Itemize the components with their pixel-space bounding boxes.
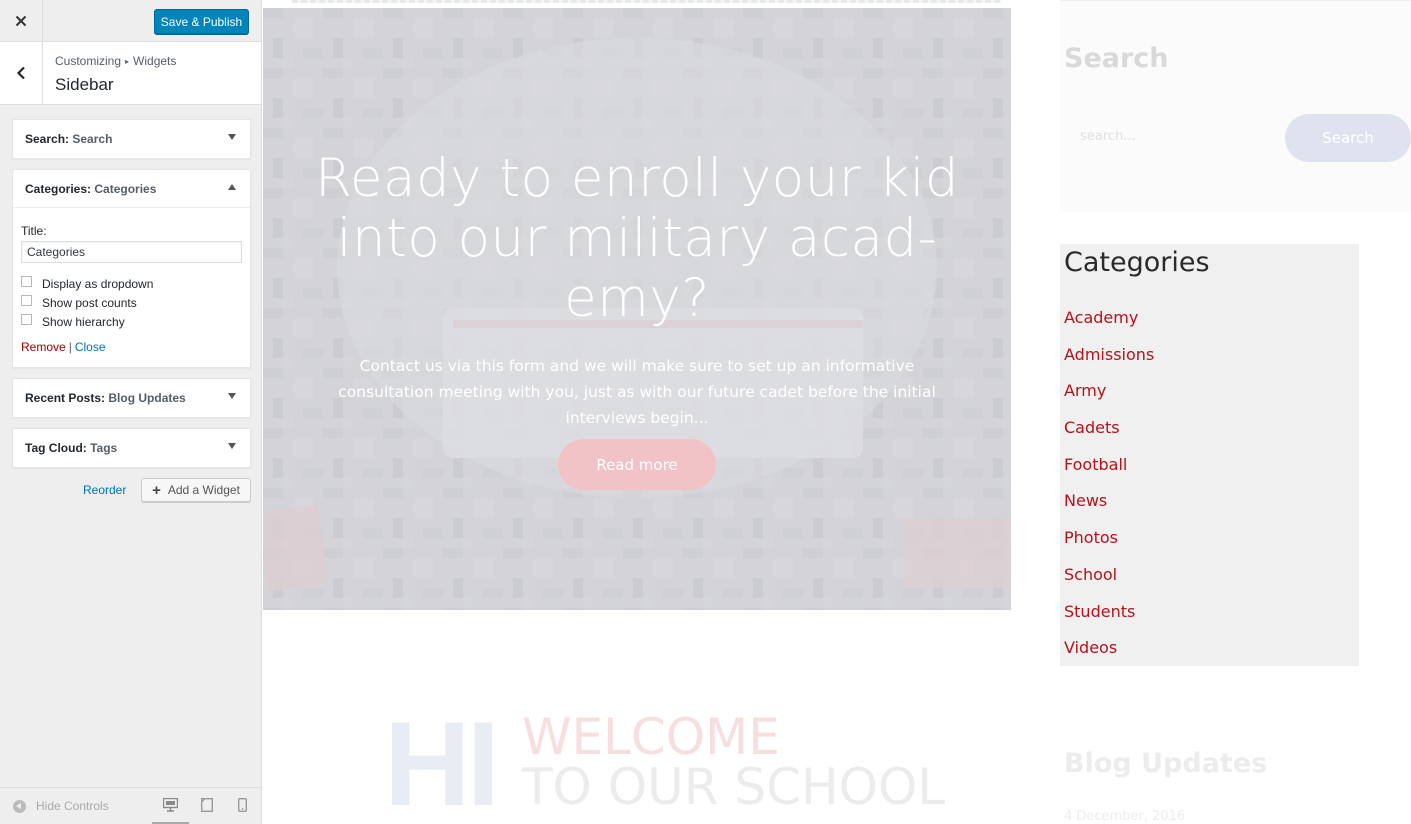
- welcome-line-2: TO OUR SCHOOL: [522, 758, 946, 816]
- category-link[interactable]: News: [1064, 491, 1154, 528]
- checkbox-row-counts[interactable]: Show post counts: [21, 293, 242, 312]
- expand-arrow-icon[interactable]: [228, 393, 236, 399]
- section-header: Customizing ▸ Widgets Sidebar: [0, 42, 261, 105]
- site-preview: Ready to enroll your kid into our milita…: [262, 0, 1411, 824]
- customizer-app: Save & Publish Customizing ▸ Widgets Sideb…: [0, 0, 1411, 824]
- preview-search-widget: Search search... Search: [1060, 0, 1411, 212]
- widget-search: Search: Search: [12, 119, 251, 159]
- widget-type: Categories:: [25, 182, 92, 196]
- save-publish-button[interactable]: Save & Publish: [154, 9, 249, 34]
- search-button[interactable]: Search: [1285, 114, 1411, 162]
- panel-footer: Hide Controls: [0, 787, 261, 824]
- category-link[interactable]: Admissions: [1064, 345, 1154, 382]
- category-link[interactable]: Videos: [1064, 638, 1154, 675]
- category-link[interactable]: Photos: [1064, 528, 1154, 565]
- expand-arrow-icon[interactable]: [228, 134, 236, 140]
- close-link[interactable]: Close: [75, 340, 106, 354]
- collapse-arrow-icon[interactable]: [228, 184, 236, 190]
- widget-name: Search: [72, 132, 113, 146]
- category-link[interactable]: School: [1064, 565, 1154, 602]
- widget-search-header[interactable]: Search: Search: [13, 120, 250, 158]
- categories-form: Title: Display as dropdown Show post cou…: [13, 208, 250, 354]
- widget-actions: Remove | Close: [21, 340, 242, 354]
- show-hierarchy-checkbox[interactable]: [21, 314, 32, 325]
- widget-recent-posts-header[interactable]: Recent Posts: Blog Updates: [13, 379, 250, 417]
- add-widget-label: Add a Widget: [167, 483, 240, 497]
- widget-recent-posts: Recent Posts: Blog Updates: [12, 378, 251, 418]
- close-icon: [15, 15, 27, 27]
- plus-icon: +: [152, 481, 161, 499]
- widget-type: Search:: [25, 132, 70, 146]
- widget-categories-header[interactable]: Categories: Categories: [13, 170, 250, 208]
- widget-name: Categories: [94, 182, 157, 196]
- add-widget-button[interactable]: + Add a Widget: [141, 478, 251, 502]
- breadcrumb: Customizing ▸ Widgets: [55, 54, 176, 68]
- widget-name: Tags: [90, 441, 118, 455]
- search-input[interactable]: search...: [1080, 129, 1136, 144]
- category-link[interactable]: Cadets: [1064, 418, 1154, 455]
- hide-controls-label: Hide Controls: [36, 799, 109, 813]
- top-menu-strip: [292, 0, 1002, 3]
- widget-tag-cloud: Tag Cloud: Tags: [12, 428, 251, 468]
- read-more-button[interactable]: Read more: [558, 439, 716, 490]
- tablet-preview-icon[interactable]: [201, 798, 213, 812]
- expand-arrow-icon[interactable]: [228, 443, 236, 449]
- desktop-preview-icon[interactable]: [163, 798, 178, 812]
- close-customizer-button[interactable]: [0, 0, 43, 42]
- mobile-preview-icon[interactable]: [238, 798, 247, 812]
- category-link[interactable]: Football: [1064, 455, 1154, 492]
- widget-tag-cloud-header[interactable]: Tag Cloud: Tags: [13, 429, 250, 467]
- breadcrumb-root: Customizing: [55, 54, 122, 68]
- blog-post-date: 4 December, 2016: [1064, 809, 1186, 824]
- search-heading: Search: [1064, 43, 1169, 74]
- category-link[interactable]: Army: [1064, 381, 1154, 418]
- widget-type: Tag Cloud:: [25, 441, 87, 455]
- hero-text: Contact us via this form and we will mak…: [338, 357, 936, 427]
- welcome-big-letters: HI: [384, 697, 500, 824]
- panel-header: Save & Publish: [0, 0, 261, 42]
- checkbox-label: Display as dropdown: [42, 276, 154, 291]
- action-separator: |: [68, 340, 72, 354]
- checkbox-row-dropdown[interactable]: Display as dropdown: [21, 274, 242, 293]
- categories-heading: Categories: [1064, 247, 1210, 278]
- title-input[interactable]: [21, 241, 242, 263]
- checkbox-row-hierarchy[interactable]: Show hierarchy: [21, 312, 242, 331]
- section-title: Sidebar: [55, 75, 114, 94]
- widget-categories: Categories: Categories Title: Display as…: [12, 169, 251, 368]
- breadcrumb-separator-icon: ▸: [125, 57, 130, 66]
- widget-type: Recent Posts:: [25, 391, 106, 405]
- reorder-link[interactable]: Reorder: [83, 483, 126, 497]
- hero-section: Ready to enroll your kid into our milita…: [263, 8, 1011, 610]
- welcome-line-1: WELCOME: [522, 708, 780, 766]
- categories-list: Academy Admissions Army Cadets Football …: [1064, 308, 1154, 675]
- checkbox-group: Display as dropdown Show post counts Sho…: [21, 274, 242, 331]
- hero-title: Ready to enroll your kid into our milita…: [314, 148, 960, 329]
- back-button[interactable]: [0, 42, 43, 104]
- show-counts-checkbox[interactable]: [21, 295, 32, 306]
- category-link[interactable]: Academy: [1064, 308, 1154, 345]
- collapse-circle-icon: [13, 799, 26, 813]
- breadcrumb-child: Widgets: [133, 54, 177, 68]
- preview-categories-widget: Categories Academy Admissions Army Cadet…: [1060, 244, 1359, 666]
- checkbox-label: Show post counts: [42, 295, 137, 310]
- category-link[interactable]: Students: [1064, 602, 1154, 639]
- hide-controls-button[interactable]: Hide Controls: [13, 799, 109, 813]
- title-label: Title:: [21, 224, 47, 238]
- chevron-left-icon: [16, 66, 25, 80]
- blog-updates-heading: Blog Updates: [1064, 748, 1268, 779]
- display-dropdown-checkbox[interactable]: [21, 276, 32, 287]
- remove-link[interactable]: Remove: [21, 340, 66, 354]
- customizer-panel: Save & Publish Customizing ▸ Widgets Sideb…: [0, 0, 262, 824]
- widget-name: Blog Updates: [108, 391, 186, 405]
- checkbox-label: Show hierarchy: [42, 314, 125, 329]
